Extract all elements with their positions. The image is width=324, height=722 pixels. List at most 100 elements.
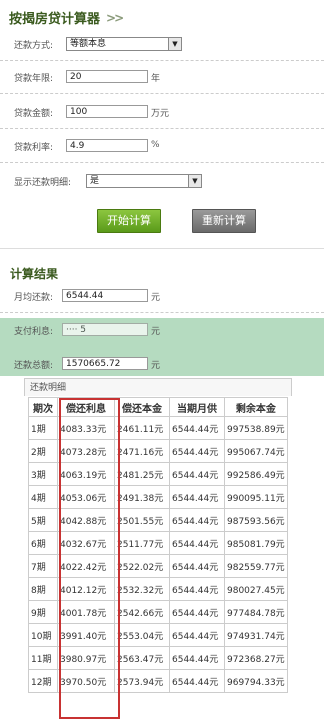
table-cell: 995067.74元 (224, 439, 288, 463)
table-cell: 4012.12元 (57, 577, 115, 601)
table-cell: 6544.44元 (169, 462, 225, 486)
table-cell: 1期 (28, 416, 58, 440)
double-chevron-icon[interactable]: >> (106, 11, 124, 25)
table-header-row: 期次 偿还利息 偿还本金 当期月供 剩余本金 (28, 397, 288, 417)
table-cell: 3期 (28, 462, 58, 486)
table-cell: 974931.74元 (224, 623, 288, 647)
rate-unit: % (151, 140, 160, 150)
table-cell: 6544.44元 (169, 508, 225, 532)
table-cell: 987593.56元 (224, 508, 288, 532)
table-cell: 4022.42元 (57, 554, 115, 578)
table-cell: 2期 (28, 439, 58, 463)
table-cell: 3991.40元 (57, 623, 115, 647)
table-row: 10期 3991.40元 2553.04元 6544.44元 974931.74元 (28, 623, 288, 647)
table-cell: 2532.32元 (114, 577, 170, 601)
table-cell: 2542.66元 (114, 600, 170, 624)
calculator-title: 按揭房贷计算器 >> (9, 8, 124, 28)
total-value-field[interactable]: 1570665.72 (62, 357, 148, 370)
monthly-label: 月均还款: (14, 292, 54, 303)
column-header: 剩余本金 (224, 397, 288, 417)
table-cell: 2553.04元 (114, 623, 170, 647)
table-row: 8期 4012.12元 2532.32元 6544.44元 980027.45元 (28, 577, 288, 601)
table-cell: 4042.88元 (57, 508, 115, 532)
show-detail-label: 显示还款明细: (14, 177, 72, 188)
table-row: 1期 4083.33元 2461.11元 6544.44元 997538.89元 (28, 416, 288, 440)
divider (0, 93, 324, 94)
table-row: 5期 4042.88元 2501.55元 6544.44元 987593.56元 (28, 508, 288, 532)
table-cell: 5期 (28, 508, 58, 532)
divider (0, 162, 324, 163)
table-cell: 8期 (28, 577, 58, 601)
table-cell: 2471.16元 (114, 439, 170, 463)
repayment-method-value: 等额本息 (70, 39, 107, 49)
table-cell: 985081.79元 (224, 531, 288, 555)
table-cell: 2461.11元 (114, 416, 170, 440)
show-detail-row: 显示还款明细: (14, 173, 72, 189)
table-cell: 6544.44元 (169, 623, 225, 647)
loan-years-input[interactable]: 20 (66, 70, 148, 83)
repayment-method-label: 还款方式: (14, 40, 54, 51)
section-divider (0, 248, 324, 249)
table-cell: 6期 (28, 531, 58, 555)
table-cell: 6544.44元 (169, 485, 225, 509)
start-calculation-button[interactable]: 开始计算 (97, 209, 161, 233)
repayment-method-row: 还款方式: (14, 36, 64, 52)
table-cell: 6544.44元 (169, 600, 225, 624)
detail-header: 还款明细 (24, 378, 292, 396)
show-detail-select[interactable]: 是 ▼ (86, 174, 202, 188)
table-cell: 980027.45元 (224, 577, 288, 601)
interest-label: 支付利息: (14, 326, 54, 337)
total-label: 还款总额: (14, 360, 54, 371)
table-cell: 977484.78元 (224, 600, 288, 624)
calculator-title-text: 按揭房贷计算器 (9, 12, 101, 27)
reset-calculation-button[interactable]: 重新计算 (192, 209, 256, 233)
repayment-method-select[interactable]: 等额本息 ▼ (66, 37, 182, 51)
table-cell: 6544.44元 (169, 646, 225, 670)
rate-row: 贷款利率: (14, 138, 64, 154)
column-header: 期次 (28, 397, 58, 417)
column-header: 当期月供 (169, 397, 225, 417)
table-row: 12期 3970.50元 2573.94元 6544.44元 969794.33元 (28, 669, 288, 693)
monthly-row: 月均还款: (14, 288, 64, 304)
show-detail-value: 是 (90, 176, 100, 186)
divider (0, 128, 324, 129)
detail-table: 期次 偿还利息 偿还本金 当期月供 剩余本金 1期 4083.33元 2461.11… (28, 397, 288, 693)
table-cell: 982559.77元 (224, 554, 288, 578)
table-row: 9期 4001.78元 2542.66元 6544.44元 977484.78元 (28, 600, 288, 624)
table-cell: 4期 (28, 485, 58, 509)
table-cell: 6544.44元 (169, 439, 225, 463)
table-cell: 3980.97元 (57, 646, 115, 670)
chevron-down-icon[interactable]: ▼ (168, 38, 181, 50)
interest-value-field[interactable]: ···· 5 (62, 323, 148, 336)
table-cell: 6544.44元 (169, 416, 225, 440)
table-cell: 2522.02元 (114, 554, 170, 578)
table-row: 11期 3980.97元 2563.47元 6544.44元 972368.27元 (28, 646, 288, 670)
monthly-unit: 元 (151, 293, 161, 303)
table-cell: 4083.33元 (57, 416, 115, 440)
table-cell: 972368.27元 (224, 646, 288, 670)
table-cell: 2573.94元 (114, 669, 170, 693)
loan-amount-label: 贷款金额: (14, 108, 54, 119)
interest-unit: 元 (151, 327, 161, 337)
table-cell: 11期 (28, 646, 58, 670)
table-cell: 2481.25元 (114, 462, 170, 486)
table-cell: 12期 (28, 669, 58, 693)
loan-years-label: 贷款年限: (14, 73, 54, 84)
rate-input[interactable]: 4.9 (66, 139, 148, 152)
loan-years-unit: 年 (151, 74, 161, 84)
table-row: 7期 4022.42元 2522.02元 6544.44元 982559.77元 (28, 554, 288, 578)
interest-row: 支付利息: (14, 322, 64, 338)
table-cell: 4001.78元 (57, 600, 115, 624)
divider (0, 312, 324, 313)
table-row: 4期 4053.06元 2491.38元 6544.44元 990095.11元 (28, 485, 288, 509)
table-cell: 4032.67元 (57, 531, 115, 555)
table-cell: 6544.44元 (169, 531, 225, 555)
monthly-value-field[interactable]: 6544.44 (62, 289, 148, 302)
chevron-down-icon[interactable]: ▼ (188, 175, 201, 187)
table-row: 6期 4032.67元 2511.77元 6544.44元 985081.79元 (28, 531, 288, 555)
total-unit: 元 (151, 361, 161, 371)
divider (0, 60, 324, 61)
table-cell: 990095.11元 (224, 485, 288, 509)
table-cell: 3970.50元 (57, 669, 115, 693)
loan-amount-input[interactable]: 100 (66, 105, 148, 118)
